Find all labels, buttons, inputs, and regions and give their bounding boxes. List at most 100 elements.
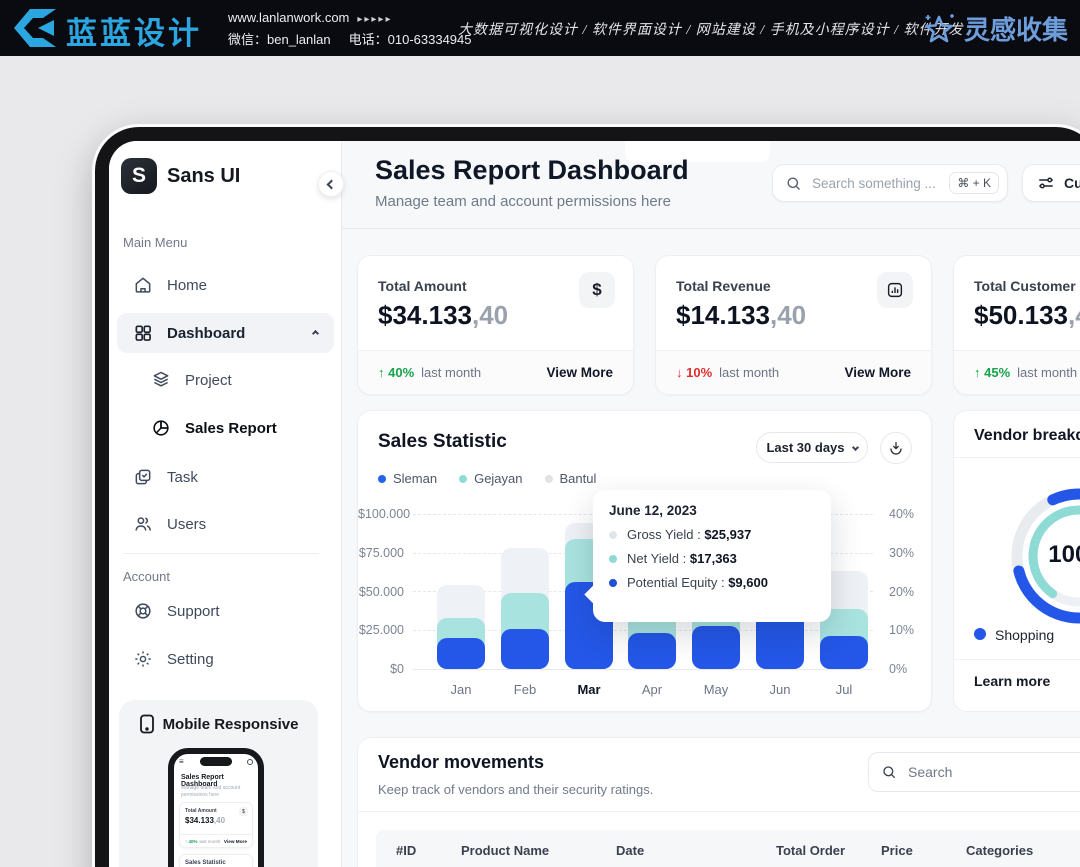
pie-chart-icon	[151, 418, 171, 438]
chevron-down-icon	[851, 444, 858, 451]
customize-label: Customize	[1064, 175, 1080, 191]
col-product-name: Product Name	[461, 843, 549, 858]
mini-total-label: Total Amount	[185, 808, 217, 814]
banner-logo-text[interactable]: 蓝蓝设计	[66, 8, 202, 53]
support-lifebuoy-icon	[133, 601, 153, 621]
x-tick: Jan	[433, 682, 489, 697]
col-total-order: Total Order	[776, 843, 845, 858]
promo-banner: 蓝蓝设计 www.lanlanwork.com▸▸▸▸▸ 微信：ben_lanl…	[0, 0, 1080, 56]
bar-sleman-feb	[501, 629, 549, 669]
download-icon	[888, 440, 904, 456]
sidebar-item-label: Project	[185, 372, 232, 389]
banner-services-text: 大数据可视化设计 / 软件界面设计 / 网站建设 / 手机及小程序设计 / 软件…	[458, 19, 964, 39]
phone-mockup: ≡ Sales Report Dashboard Manage team and…	[168, 748, 264, 867]
y-tick: $75.000	[358, 546, 404, 560]
sidebar-item-label: Dashboard	[167, 325, 245, 342]
pct-tick: 40%	[889, 507, 929, 521]
sans-ui-logo: S	[121, 158, 157, 194]
chevron-up-icon	[312, 329, 319, 336]
card-total-amount: Total Amount $ $34.133,40 ↑ 40% last mon…	[357, 255, 634, 395]
x-tick: Jun	[752, 682, 808, 697]
banner-collect[interactable]: 灵感收集	[922, 10, 1068, 47]
sidebar-item-support[interactable]: Support	[117, 591, 334, 631]
gear-icon	[133, 649, 153, 669]
mini-stat-card: Sales Statistic Sleman Gejayan Bantul La…	[179, 854, 253, 867]
vendor-movements-subtitle: Keep track of vendors and their security…	[378, 782, 653, 797]
vendor-breakdown-card: Vendor breakdown 100% Shopping Learn mor…	[953, 410, 1080, 712]
mini-search-icon	[247, 759, 253, 765]
table-search[interactable]	[868, 752, 1080, 792]
pct-tick: 30%	[889, 546, 929, 560]
banner-website-link[interactable]: www.lanlanwork.com	[228, 10, 349, 25]
lanlan-logo-icon[interactable]	[10, 7, 62, 49]
page-subtitle: Manage team and account permissions here	[375, 193, 671, 210]
sliders-icon	[1037, 175, 1055, 191]
col-categories: Categories	[966, 843, 1033, 858]
shortcut-badge: ⌘ + K	[949, 172, 999, 194]
vendor-movements-title: Vendor movements	[378, 752, 544, 773]
search-input[interactable]	[810, 175, 941, 192]
card-total-customer: Total Customer $50.133,40 ↑ 45% last mon…	[953, 255, 1080, 395]
mini-amount-decimal: ,40	[214, 816, 225, 825]
x-tick: Feb	[497, 682, 553, 697]
section-main-menu: Main Menu	[123, 235, 187, 250]
chart-legend: Sleman Gejayan Bantul	[378, 471, 596, 486]
tooltip-dot	[609, 579, 617, 587]
table-search-input[interactable]	[906, 763, 1080, 781]
card-amount: $14.133	[676, 300, 770, 330]
dashboard-grid-icon	[133, 323, 153, 343]
page-title: Sales Report Dashboard	[375, 155, 689, 186]
date-range-dropdown[interactable]: Last 30 days	[756, 432, 868, 463]
sidebar-item-label: Task	[167, 469, 198, 486]
header-divider	[342, 228, 1080, 229]
sidebar-item-home[interactable]: Home	[117, 265, 334, 305]
sidebar-collapse-button[interactable]	[318, 171, 344, 197]
banner-collect-label: 灵感收集	[964, 10, 1068, 47]
sidebar-item-project[interactable]: Project	[117, 360, 334, 400]
sidebar-item-users[interactable]: Users	[117, 504, 334, 544]
phone-icon	[139, 714, 155, 734]
customize-button[interactable]: Customize	[1022, 164, 1080, 202]
bar-sleman-jan	[437, 638, 485, 669]
view-more-link[interactable]: View More	[546, 365, 613, 380]
legend-dot	[378, 475, 386, 483]
donut-center-value: 100%	[1039, 541, 1080, 569]
mini-total-card: Total Amount $ $34.133,40 ↑ 40%last mont…	[179, 802, 253, 848]
vendor-movements-card: Vendor movements Keep track of vendors a…	[357, 737, 1080, 867]
learn-more-link[interactable]: Learn more	[974, 673, 1050, 689]
card-amount-decimal: ,40	[1068, 300, 1080, 330]
banner-wechat: 微信：ben_lanlan	[228, 32, 331, 47]
sidebar-item-label: Support	[167, 603, 220, 620]
mini-amount: $34.133	[185, 816, 214, 825]
chart-tooltip: June 12, 2023 Gross Yield : $25,937 Net …	[593, 490, 831, 622]
mini-dollar-icon: $	[239, 807, 248, 816]
view-more-link[interactable]: View More	[844, 365, 911, 380]
x-tick-highlight: Mar	[561, 682, 617, 697]
card-title: Total Revenue	[676, 278, 771, 294]
card-title: Total Customer	[974, 278, 1076, 294]
sidebar-item-dashboard[interactable]: Dashboard	[117, 313, 334, 353]
x-tick: Jul	[816, 682, 872, 697]
card-amount: $50.133	[974, 300, 1068, 330]
dollar-icon: $	[579, 272, 615, 308]
global-search[interactable]: ⌘ + K	[772, 164, 1008, 202]
y-tick: $50.000	[358, 585, 404, 599]
download-button[interactable]	[880, 432, 912, 464]
app-screen: S Sans UI Main Menu Home Dashboard Proje…	[109, 141, 1080, 867]
mobile-responsive-card: Mobile Responsive ≡ Sales Report Dashboa…	[119, 700, 318, 867]
sidebar-item-task[interactable]: Task	[117, 457, 334, 497]
trend-down: ↓ 10%	[676, 365, 712, 380]
tooltip-date: June 12, 2023	[609, 503, 815, 518]
banner-phone: 电话：010-63334945	[349, 32, 472, 47]
section-account: Account	[123, 569, 170, 584]
search-icon	[881, 764, 897, 780]
sidebar-item-setting[interactable]: Setting	[117, 639, 334, 679]
mini-stat-title: Sales Statistic	[185, 860, 226, 866]
trend-caption: last month	[1017, 365, 1077, 380]
y-tick: $25.000	[358, 623, 404, 637]
sidebar-item-sales-report[interactable]: Sales Report	[117, 408, 334, 448]
col-id: #ID	[396, 843, 416, 858]
banner-contact: www.lanlanwork.com▸▸▸▸▸ 微信：ben_lanlan电话：…	[228, 8, 489, 50]
col-price: Price	[881, 843, 913, 858]
bar-sleman-may	[692, 626, 740, 669]
